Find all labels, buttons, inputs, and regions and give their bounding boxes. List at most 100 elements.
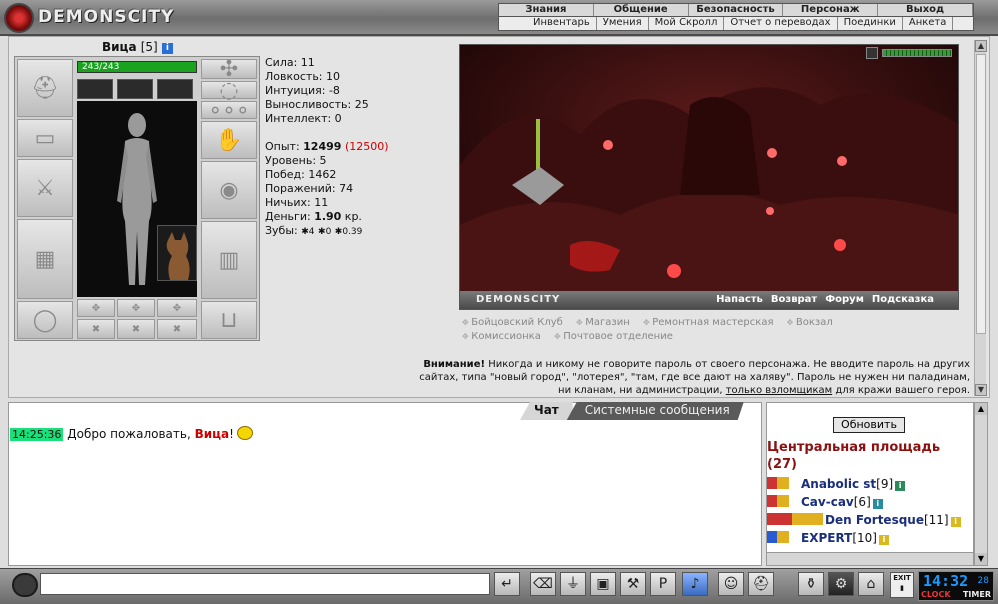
message-nick[interactable]: Вица: [195, 427, 230, 441]
main-scrollbar[interactable]: ▲ ▼: [974, 40, 987, 396]
stat-intuition: Интуиция: -8: [265, 84, 340, 97]
loc-post-office[interactable]: Почтовое отделение: [554, 331, 673, 342]
loc-commission[interactable]: Комиссионка: [462, 331, 541, 342]
rune-slot-icon[interactable]: ✥: [117, 299, 155, 317]
scroll-down-arrow-icon[interactable]: ▼: [975, 384, 987, 396]
buff-slot-icon[interactable]: [77, 79, 113, 99]
leggings-slot-icon[interactable]: ▥: [201, 221, 257, 299]
refresh-button[interactable]: Обновить: [833, 417, 905, 433]
menu-character[interactable]: Персонаж: [783, 4, 879, 16]
info-icon[interactable]: i: [950, 517, 961, 527]
potion-slot-icon[interactable]: ✖: [77, 319, 115, 339]
gloves-slot-icon[interactable]: ✋: [201, 121, 257, 159]
scroll-down-arrow-icon[interactable]: ▼: [975, 553, 987, 565]
music-icon[interactable]: ♪: [682, 572, 708, 596]
clan-badge-icon[interactable]: [767, 513, 823, 525]
menu-security[interactable]: Безопасность: [689, 4, 784, 16]
rings-slot-icon[interactable]: ∘∘∘: [201, 98, 257, 123]
submenu-inventory[interactable]: Инвентарь: [527, 17, 597, 30]
chat-input[interactable]: [40, 573, 490, 595]
home-icon[interactable]: ⌂: [858, 572, 884, 596]
submenu-battles[interactable]: Поединки: [838, 17, 903, 30]
earrings-slot-icon[interactable]: ✣: [201, 57, 257, 82]
users-scrollbar[interactable]: ▲ ▼: [974, 402, 988, 566]
clock-label[interactable]: CLOCK: [921, 590, 951, 599]
private-toggle-icon[interactable]: P: [650, 572, 676, 596]
loc-station[interactable]: Вокзал: [787, 317, 833, 328]
helmet-icon[interactable]: ⛑: [748, 572, 774, 596]
private-message-icon[interactable]: [767, 477, 789, 489]
user-row[interactable]: Anabolic st[9] i: [767, 477, 906, 493]
pet-cat-image[interactable]: [157, 225, 197, 281]
armor-slot-icon[interactable]: ▦: [17, 219, 73, 299]
menu-communication[interactable]: Общение: [594, 4, 689, 16]
loc-shop[interactable]: Магазин: [576, 317, 630, 328]
character-name: Вица [5] i: [102, 40, 173, 54]
tooth-icon: ✱: [301, 227, 309, 237]
fight-icon[interactable]: ⚒: [620, 572, 646, 596]
private-message-icon[interactable]: [767, 531, 789, 543]
menu-exit[interactable]: Выход: [878, 4, 973, 16]
bracers-slot-icon[interactable]: ▭: [17, 119, 73, 157]
scroll-up-arrow-icon[interactable]: ▲: [975, 40, 987, 52]
info-icon[interactable]: i: [872, 499, 883, 509]
scene-bar: DEMONSCITY Напасть Возврат Форум Подсказ…: [460, 291, 958, 309]
private-message-icon[interactable]: [767, 495, 789, 507]
loc-repair[interactable]: Ремонтная мастерская: [643, 317, 774, 328]
submenu-transfer-report[interactable]: Отчет о переводах: [724, 17, 838, 30]
stat-intellect: Интеллект: 0: [265, 112, 342, 125]
user-row[interactable]: Den Fortesque[11] i: [767, 513, 961, 529]
stat-experience: Опыт: 12499 (12500): [265, 140, 389, 153]
eraser-icon[interactable]: ⌫: [530, 572, 556, 596]
info-icon[interactable]: i: [895, 481, 906, 491]
save-icon[interactable]: ▣: [590, 572, 616, 596]
location-title: Центральная площадь (27): [767, 440, 941, 472]
belt-slot-icon[interactable]: ◯: [17, 301, 73, 339]
submenu-skills[interactable]: Умения: [597, 17, 649, 30]
menu-knowledge[interactable]: Знания: [499, 4, 594, 16]
return-link[interactable]: Возврат: [771, 294, 817, 305]
stat-draws: Ничьих: 11: [265, 196, 329, 209]
submenu-my-scroll[interactable]: Мой Скролл: [649, 17, 725, 30]
tab-chat[interactable]: Чат: [520, 402, 573, 420]
inventory-icon[interactable]: ⚙: [828, 572, 854, 596]
smiley-icon: [236, 426, 253, 440]
stat-teeth: Зубы: ✱4 ✱0 ✱0.39: [265, 224, 363, 237]
potion-slot-icon[interactable]: ✖: [157, 319, 197, 339]
amulet-slot-icon[interactable]: ◌: [201, 78, 257, 103]
info-icon[interactable]: i: [878, 535, 889, 545]
rune-slot-icon[interactable]: ✥: [77, 299, 115, 317]
timer-label[interactable]: TIMER: [963, 590, 991, 599]
bag-icon[interactable]: ⚱: [798, 572, 824, 596]
loc-fight-club[interactable]: Бойцовский Клуб: [462, 317, 563, 328]
rune-slot-icon[interactable]: ✥: [157, 299, 197, 317]
logo: DEMONSCITY: [4, 3, 188, 33]
location-scene[interactable]: DEMONSCITY Напасть Возврат Форум Подсказ…: [459, 44, 959, 310]
forum-link[interactable]: Форум: [825, 294, 864, 305]
send-icon[interactable]: ↵: [494, 572, 520, 596]
potion-slot-icon[interactable]: ✖: [117, 319, 155, 339]
user-row[interactable]: EXPERT[10] i: [767, 531, 889, 547]
exit-button[interactable]: EXIT ▮: [890, 572, 914, 598]
attack-link[interactable]: Напасть: [716, 294, 763, 305]
filter-icon[interactable]: ⏚: [560, 572, 586, 596]
submenu-profile[interactable]: Анкета: [903, 17, 954, 30]
scroll-up-arrow-icon[interactable]: ▲: [975, 403, 987, 415]
scroll-thumb[interactable]: [976, 54, 986, 334]
tab-system-messages[interactable]: Системные сообщения: [567, 402, 744, 420]
helmet-slot-icon[interactable]: ⛑: [17, 59, 73, 117]
users-horizontal-scrollbar[interactable]: [766, 552, 974, 566]
buff-slot-icon[interactable]: [157, 79, 193, 99]
chat-mode-icon[interactable]: [12, 573, 38, 597]
buff-slot-icon[interactable]: [117, 79, 153, 99]
smiles-icon[interactable]: ☺: [718, 572, 744, 596]
message-time[interactable]: 14:25:36: [10, 428, 64, 441]
boots-slot-icon[interactable]: ⊔: [201, 301, 257, 339]
hint-link[interactable]: Подсказка: [872, 294, 934, 305]
warning-link[interactable]: только взломщикам: [726, 385, 832, 396]
user-row[interactable]: Cav-cav[6] i: [767, 495, 883, 511]
shield-slot-icon[interactable]: ◉: [201, 161, 257, 219]
scene-control-icon[interactable]: [866, 47, 878, 59]
info-icon[interactable]: i: [161, 43, 173, 54]
sword-slot-icon[interactable]: ⚔: [17, 159, 73, 217]
